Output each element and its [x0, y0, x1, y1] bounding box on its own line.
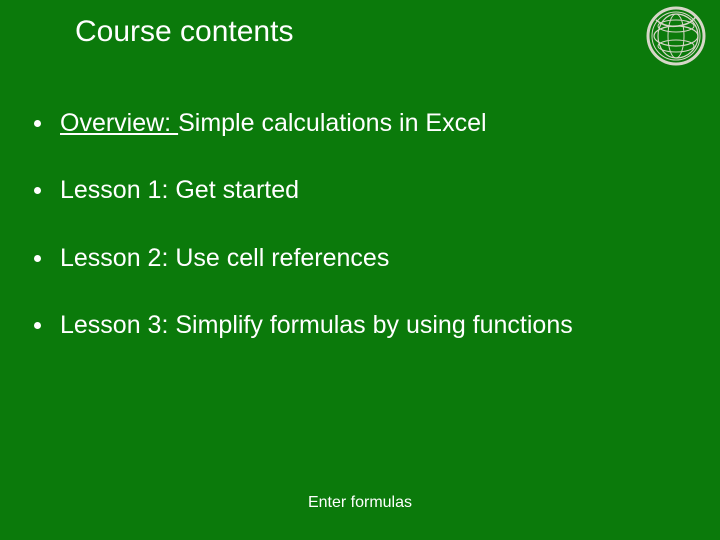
- bullet-icon: [34, 120, 41, 127]
- bullet-text: Lesson 1: Get started: [60, 175, 299, 206]
- slide-footer: Enter formulas: [0, 494, 720, 512]
- bullet-area: Overview: Simple calculations in Excel L…: [34, 108, 674, 377]
- bullet-list: Overview: Simple calculations in Excel L…: [34, 108, 674, 341]
- bullet-icon: [34, 322, 41, 329]
- institute-logo: [646, 6, 706, 66]
- slide: Course contents Overview: Simple calcula…: [0, 0, 720, 540]
- bullet-icon: [34, 255, 41, 262]
- list-item: Overview: Simple calculations in Excel: [34, 108, 674, 139]
- bullet-text: Overview: Simple calculations in Excel: [60, 108, 487, 139]
- overview-link[interactable]: Overview:: [60, 109, 178, 137]
- bullet-text: Lesson 3: Simplify formulas by using fun…: [60, 310, 573, 341]
- list-item: Lesson 1: Get started: [34, 175, 674, 206]
- bullet-icon: [34, 187, 41, 194]
- slide-title: Course contents: [75, 15, 293, 49]
- list-item: Lesson 2: Use cell references: [34, 243, 674, 274]
- bullet-text: Lesson 2: Use cell references: [60, 243, 389, 274]
- list-item: Lesson 3: Simplify formulas by using fun…: [34, 310, 674, 341]
- bullet-rest: Simple calculations in Excel: [178, 109, 486, 137]
